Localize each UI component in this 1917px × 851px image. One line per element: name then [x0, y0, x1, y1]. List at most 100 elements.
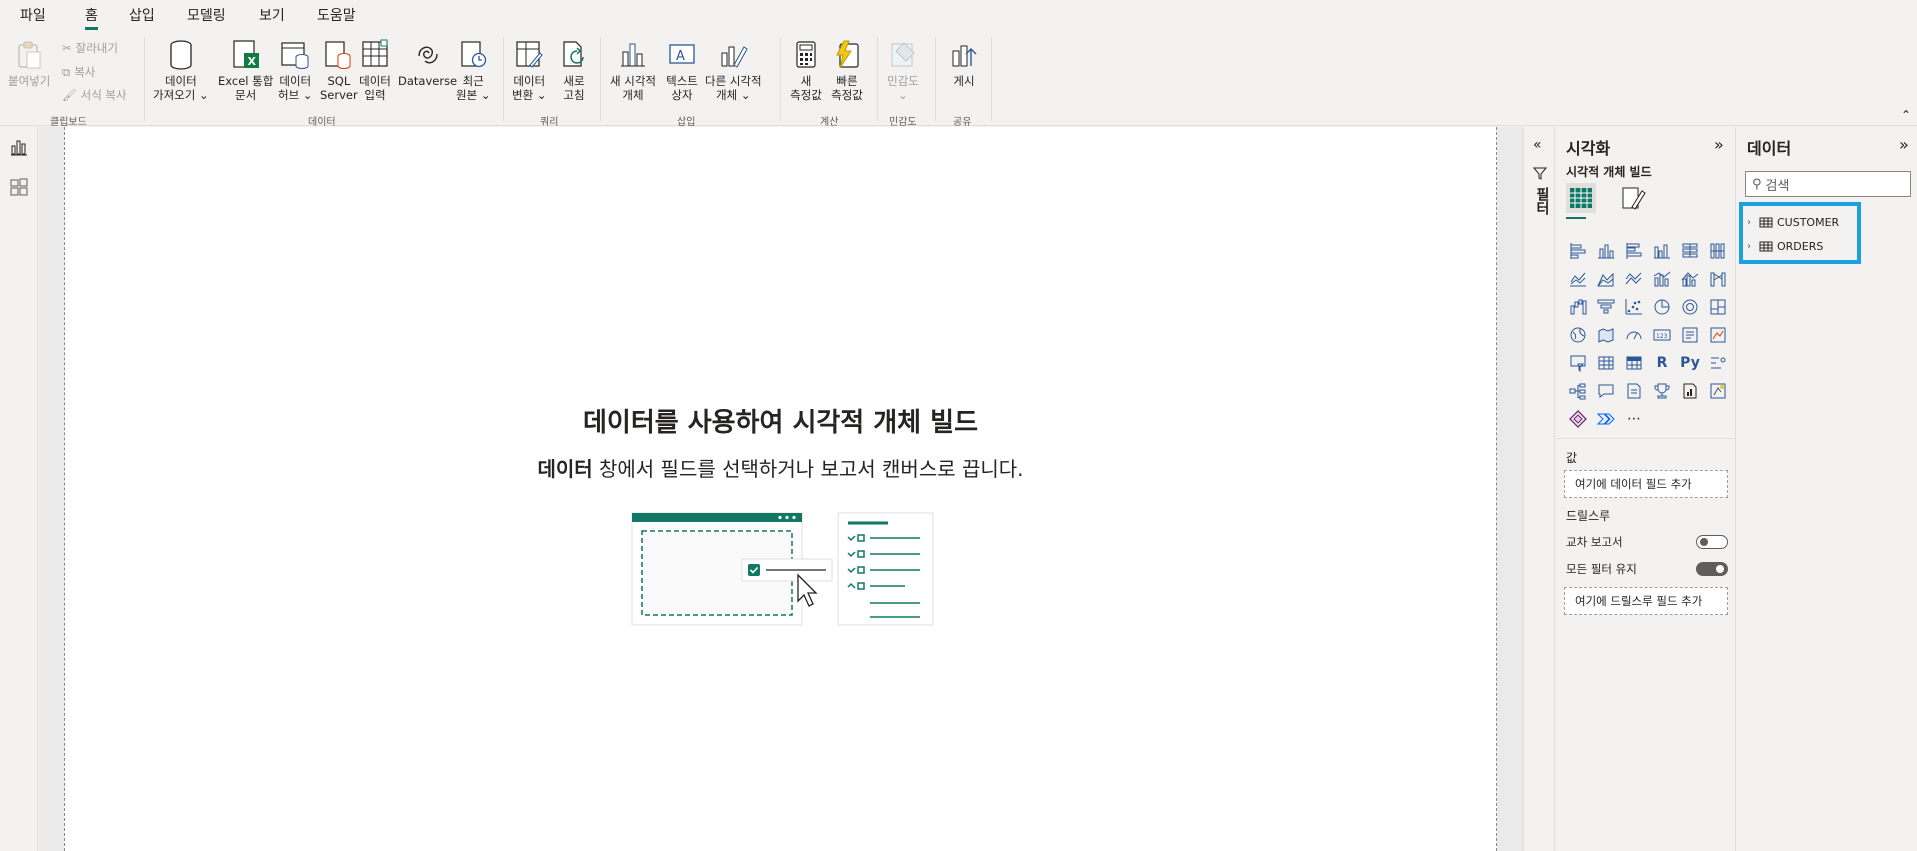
kpi-icon[interactable] [1704, 321, 1732, 349]
tab-home[interactable]: 홈 [85, 6, 98, 30]
collapse-data-pane-icon[interactable]: » [1899, 135, 1909, 154]
data-search-input[interactable]: ⚲ 검색 [1745, 171, 1911, 197]
power-automate-flow-icon[interactable] [1592, 405, 1620, 433]
transform-data-button[interactable]: 데이터 변환 ⌄ [512, 38, 546, 102]
paste-button[interactable]: 붙여넣기 [8, 38, 50, 88]
collapse-ribbon-icon[interactable]: ⌃ [1901, 108, 1911, 122]
pie-chart-icon[interactable] [1648, 293, 1676, 321]
svg-text:123: 123 [1656, 333, 1668, 340]
enter-data-button[interactable]: 데이터 입력 [359, 38, 391, 102]
slicer-icon[interactable] [1564, 349, 1592, 377]
empty-state-title: 데이터를 사용하여 시각적 개체 빌드 [582, 408, 978, 438]
publish-button[interactable]: 게시 [948, 38, 980, 88]
group-label-clipboard: 클립보드 [50, 117, 87, 128]
area-chart-icon[interactable] [1592, 265, 1620, 293]
data-hub-button[interactable]: 데이터 허브 ⌄ [278, 38, 312, 102]
sql-server-button[interactable]: SQL Server [320, 38, 358, 102]
drillthrough-label: 드릴스루 [1566, 509, 1611, 523]
key-influencers-icon[interactable] [1704, 349, 1732, 377]
power-automate-visual-icon[interactable] [1704, 377, 1732, 405]
tab-help[interactable]: 도움말 [317, 6, 356, 26]
canvas-area: 데이터를 사용하여 시각적 개체 빌드 데이터 창에서 필드를 선택하거나 보고… [39, 127, 1523, 851]
treemap-icon[interactable] [1704, 293, 1732, 321]
waterfall-chart-icon[interactable] [1564, 293, 1592, 321]
format-visual-tab[interactable] [1620, 185, 1648, 215]
model-view-icon[interactable] [9, 177, 29, 197]
table-icon[interactable] [1592, 349, 1620, 377]
cross-report-toggle[interactable] [1696, 535, 1728, 549]
gauge-icon[interactable] [1620, 321, 1648, 349]
tab-modeling[interactable]: 모델링 [187, 6, 226, 26]
map-icon[interactable] [1564, 321, 1592, 349]
funnel-chart-icon[interactable] [1592, 293, 1620, 321]
empty-state-illustration [631, 512, 934, 626]
filter-funnel-icon [1532, 165, 1548, 184]
stacked-area-chart-icon[interactable] [1620, 265, 1648, 293]
text-box-button[interactable]: A 텍스트 상자 [666, 38, 698, 102]
recent-sources-button[interactable]: 최근 원본 ⌄ [456, 38, 490, 102]
sensitivity-button[interactable]: 민감도 ⌄ [887, 38, 919, 102]
drillthrough-drop-zone[interactable]: 여기에 드릴스루 필드 추가 [1564, 587, 1728, 615]
line-and-stacked-column-chart-icon[interactable] [1648, 265, 1676, 293]
format-painter-button[interactable]: 🖌 서식 복사 [62, 87, 127, 103]
excel-workbook-button[interactable]: X Excel 통합 문서 [218, 38, 273, 102]
line-chart-icon[interactable] [1564, 265, 1592, 293]
matrix-icon[interactable] [1620, 349, 1648, 377]
new-measure-button[interactable]: 새 측정값 [790, 38, 822, 102]
more-visuals-button[interactable]: 다른 시각적 개체 ⌄ [705, 38, 762, 102]
quick-measure-button[interactable]: 빠른 측정값 [831, 38, 863, 102]
group-separator [935, 37, 936, 121]
visual-type-grid: 123 R Py ⋯ [1564, 237, 1734, 433]
power-apps-visual-icon[interactable] [1564, 405, 1592, 433]
python-visual-icon[interactable]: Py [1676, 349, 1704, 377]
card-icon[interactable]: 123 [1648, 321, 1676, 349]
copy-button[interactable]: ⧉ 복사 [62, 64, 95, 80]
visualizations-title: 시각화 [1566, 139, 1611, 158]
table-icon [1759, 217, 1773, 227]
values-well-label: 값 [1566, 451, 1578, 465]
expand-filters-icon[interactable]: « [1533, 137, 1542, 153]
data-pane-title: 데이터 [1747, 139, 1792, 158]
clustered-column-chart-icon[interactable] [1648, 237, 1676, 265]
decomposition-tree-icon[interactable] [1564, 377, 1592, 405]
goals-trophy-icon[interactable] [1648, 377, 1676, 405]
100-stacked-column-chart-icon[interactable] [1704, 237, 1732, 265]
stacked-column-chart-icon[interactable] [1592, 237, 1620, 265]
tab-file[interactable]: 파일 [20, 6, 46, 26]
collapse-visualizations-icon[interactable]: » [1714, 135, 1724, 154]
multi-row-card-icon[interactable] [1676, 321, 1704, 349]
donut-chart-icon[interactable] [1676, 293, 1704, 321]
filled-map-icon[interactable] [1592, 321, 1620, 349]
table-item-customer[interactable]: › CUSTOMER [1747, 210, 1853, 234]
filters-pane-collapsed[interactable]: « 필터 [1523, 127, 1555, 851]
more-visuals-ellipsis[interactable]: ⋯ [1620, 405, 1648, 433]
100-stacked-bar-chart-icon[interactable] [1676, 237, 1704, 265]
tab-view[interactable]: 보기 [259, 6, 285, 26]
keep-all-filters-toggle[interactable] [1696, 562, 1728, 576]
table-item-orders[interactable]: › ORDERS [1747, 234, 1853, 258]
report-canvas[interactable]: 데이터를 사용하여 시각적 개체 빌드 데이터 창에서 필드를 선택하거나 보고… [64, 127, 1497, 851]
ribbon-chart-icon[interactable] [1704, 265, 1732, 293]
cut-button[interactable]: ✂ 잘라내기 [62, 40, 118, 56]
line-and-clustered-column-chart-icon[interactable] [1676, 265, 1704, 293]
stacked-bar-chart-icon[interactable] [1564, 237, 1592, 265]
qna-icon[interactable] [1592, 377, 1620, 405]
build-visual-tab[interactable] [1566, 183, 1596, 213]
group-label-calculations: 계산 [820, 117, 839, 128]
refresh-button[interactable]: 새로 고침 [558, 38, 590, 102]
keep-all-filters-row: 모든 필터 유지 [1566, 561, 1728, 577]
paginated-report-icon[interactable] [1676, 377, 1704, 405]
dataverse-button[interactable]: Dataverse [398, 38, 457, 88]
r-script-visual-icon[interactable]: R [1648, 349, 1676, 377]
scatter-chart-icon[interactable] [1620, 293, 1648, 321]
refresh-icon [558, 38, 590, 72]
get-data-button[interactable]: 데이터 가져오기 ⌄ [153, 38, 209, 102]
build-visual-label: 시각적 개체 빌드 [1566, 165, 1652, 179]
values-drop-zone[interactable]: 여기에 데이터 필드 추가 [1564, 470, 1728, 498]
report-view-icon[interactable] [9, 137, 29, 157]
tab-insert[interactable]: 삽입 [129, 6, 155, 26]
new-visual-button[interactable]: 새 시각적 개체 [610, 38, 656, 102]
smart-narrative-icon[interactable] [1620, 377, 1648, 405]
search-icon: ⚲ [1752, 176, 1762, 192]
clustered-bar-chart-icon[interactable] [1620, 237, 1648, 265]
